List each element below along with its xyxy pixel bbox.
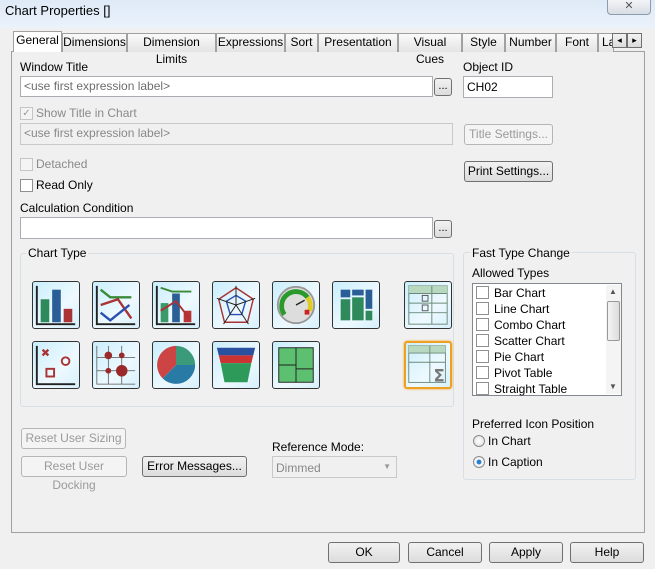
reference-mode-label: Reference Mode: <box>272 440 365 454</box>
tab-font[interactable]: Font <box>556 33 598 52</box>
print-settings-button[interactable]: Print Settings... <box>464 161 553 182</box>
tab-expressions[interactable]: Expressions <box>216 33 285 52</box>
fast-type-change-label: Fast Type Change <box>470 246 572 260</box>
object-id-label: Object ID <box>463 60 514 74</box>
title-settings-button[interactable]: Title Settings... <box>464 124 553 145</box>
error-messages-button[interactable]: Error Messages... <box>142 456 247 477</box>
svg-text:Σ: Σ <box>434 367 445 386</box>
straight-table-icon[interactable]: Σ <box>404 341 452 389</box>
allowed-types-label: Allowed Types <box>472 266 550 280</box>
tab-number[interactable]: Number <box>505 33 556 52</box>
window-title-label: Window Title <box>20 60 89 74</box>
chevron-down-icon: ▼ <box>383 462 391 471</box>
tab-presentation[interactable]: Presentation <box>318 33 398 52</box>
scroll-down-icon[interactable]: ▼ <box>609 382 617 391</box>
radar-chart-icon[interactable] <box>212 281 260 329</box>
chart-title-input[interactable]: <use first expression label> <box>20 123 453 145</box>
detached-checkbox[interactable] <box>20 158 33 171</box>
block-chart-icon[interactable] <box>272 341 320 389</box>
straight-table-checkbox[interactable] <box>476 382 489 395</box>
bar-chart-icon[interactable] <box>32 281 80 329</box>
tab-scroll-left-button[interactable]: ◂ <box>612 33 627 48</box>
apply-button[interactable]: Apply <box>489 542 563 563</box>
tab-dimensions[interactable]: Dimensions <box>62 33 127 52</box>
list-item[interactable]: Line Chart <box>475 301 605 317</box>
calc-condition-label: Calculation Condition <box>20 201 134 215</box>
in-chart-radio[interactable] <box>473 435 485 447</box>
allowed-types-list[interactable]: Bar Chart Line Chart Combo Chart Scatter… <box>472 283 622 396</box>
pie-chart-icon[interactable] <box>152 341 200 389</box>
read-only-label: Read Only <box>36 178 93 192</box>
tab-style[interactable]: Style <box>462 33 505 52</box>
list-item[interactable]: Scatter Chart <box>475 333 605 349</box>
line-chart-checkbox[interactable] <box>476 302 489 315</box>
scroll-thumb[interactable] <box>607 301 620 341</box>
read-only-checkbox[interactable] <box>20 179 33 192</box>
object-id-input[interactable]: CH02 <box>463 76 553 98</box>
close-icon: ✕ <box>624 0 634 12</box>
tab-general[interactable]: General <box>13 31 62 52</box>
combo-chart-checkbox[interactable] <box>476 318 489 331</box>
window-title: Chart Properties [] <box>5 3 111 18</box>
list-item[interactable]: Pie Chart <box>475 349 605 365</box>
in-caption-radio[interactable] <box>473 456 485 468</box>
detached-label: Detached <box>36 157 88 171</box>
help-button[interactable]: Help <box>570 542 644 563</box>
list-item[interactable]: Pivot Table <box>475 365 605 381</box>
close-button[interactable]: ✕ <box>607 0 651 15</box>
pivot-table-icon[interactable] <box>404 281 452 329</box>
chart-type-label: Chart Type <box>26 246 89 260</box>
window-title-input[interactable]: <use first expression label> <box>20 76 433 97</box>
scrollbar[interactable]: ▲ ▼ <box>606 285 621 394</box>
calc-condition-input[interactable] <box>20 217 433 239</box>
scatter-chart-icon[interactable] <box>32 341 80 389</box>
tab-dimension-limits[interactable]: Dimension Limits <box>127 33 216 66</box>
tab-scroll-right-button[interactable]: ▸ <box>627 33 642 48</box>
combo-chart-icon[interactable] <box>152 281 200 329</box>
tab-sort[interactable]: Sort <box>285 33 318 52</box>
pie-chart-checkbox[interactable] <box>476 350 489 363</box>
reset-user-sizing-button[interactable]: Reset User Sizing <box>21 428 126 449</box>
grid-chart-icon[interactable] <box>92 341 140 389</box>
calc-condition-ellipsis-button[interactable]: ... <box>434 220 452 238</box>
list-item[interactable]: Straight Table <box>475 381 605 397</box>
show-title-checkbox[interactable]: ✓ <box>20 107 33 120</box>
ok-button[interactable]: OK <box>328 542 400 563</box>
window-title-ellipsis-button[interactable]: ... <box>434 78 452 96</box>
cancel-button[interactable]: Cancel <box>408 542 482 563</box>
reference-mode-select[interactable]: Dimmed ▼ <box>272 456 397 478</box>
mekko-chart-icon[interactable] <box>332 281 380 329</box>
show-title-label: Show Title in Chart <box>36 106 137 120</box>
list-item[interactable]: Combo Chart <box>475 317 605 333</box>
reset-user-docking-button[interactable]: Reset User Docking <box>21 456 127 492</box>
scatter-chart-checkbox[interactable] <box>476 334 489 347</box>
funnel-chart-icon[interactable] <box>212 341 260 389</box>
in-chart-label: In Chart <box>488 434 531 448</box>
gauge-chart-icon[interactable] <box>272 281 320 329</box>
in-caption-label: In Caption <box>488 455 543 469</box>
bar-chart-checkbox[interactable] <box>476 286 489 299</box>
pivot-table-checkbox[interactable] <box>476 366 489 379</box>
tab-visual-cues[interactable]: Visual Cues <box>398 33 462 66</box>
line-chart-icon[interactable] <box>92 281 140 329</box>
preferred-icon-position-label: Preferred Icon Position <box>472 417 595 431</box>
list-item[interactable]: Bar Chart <box>475 285 605 301</box>
scroll-up-icon[interactable]: ▲ <box>609 287 617 296</box>
